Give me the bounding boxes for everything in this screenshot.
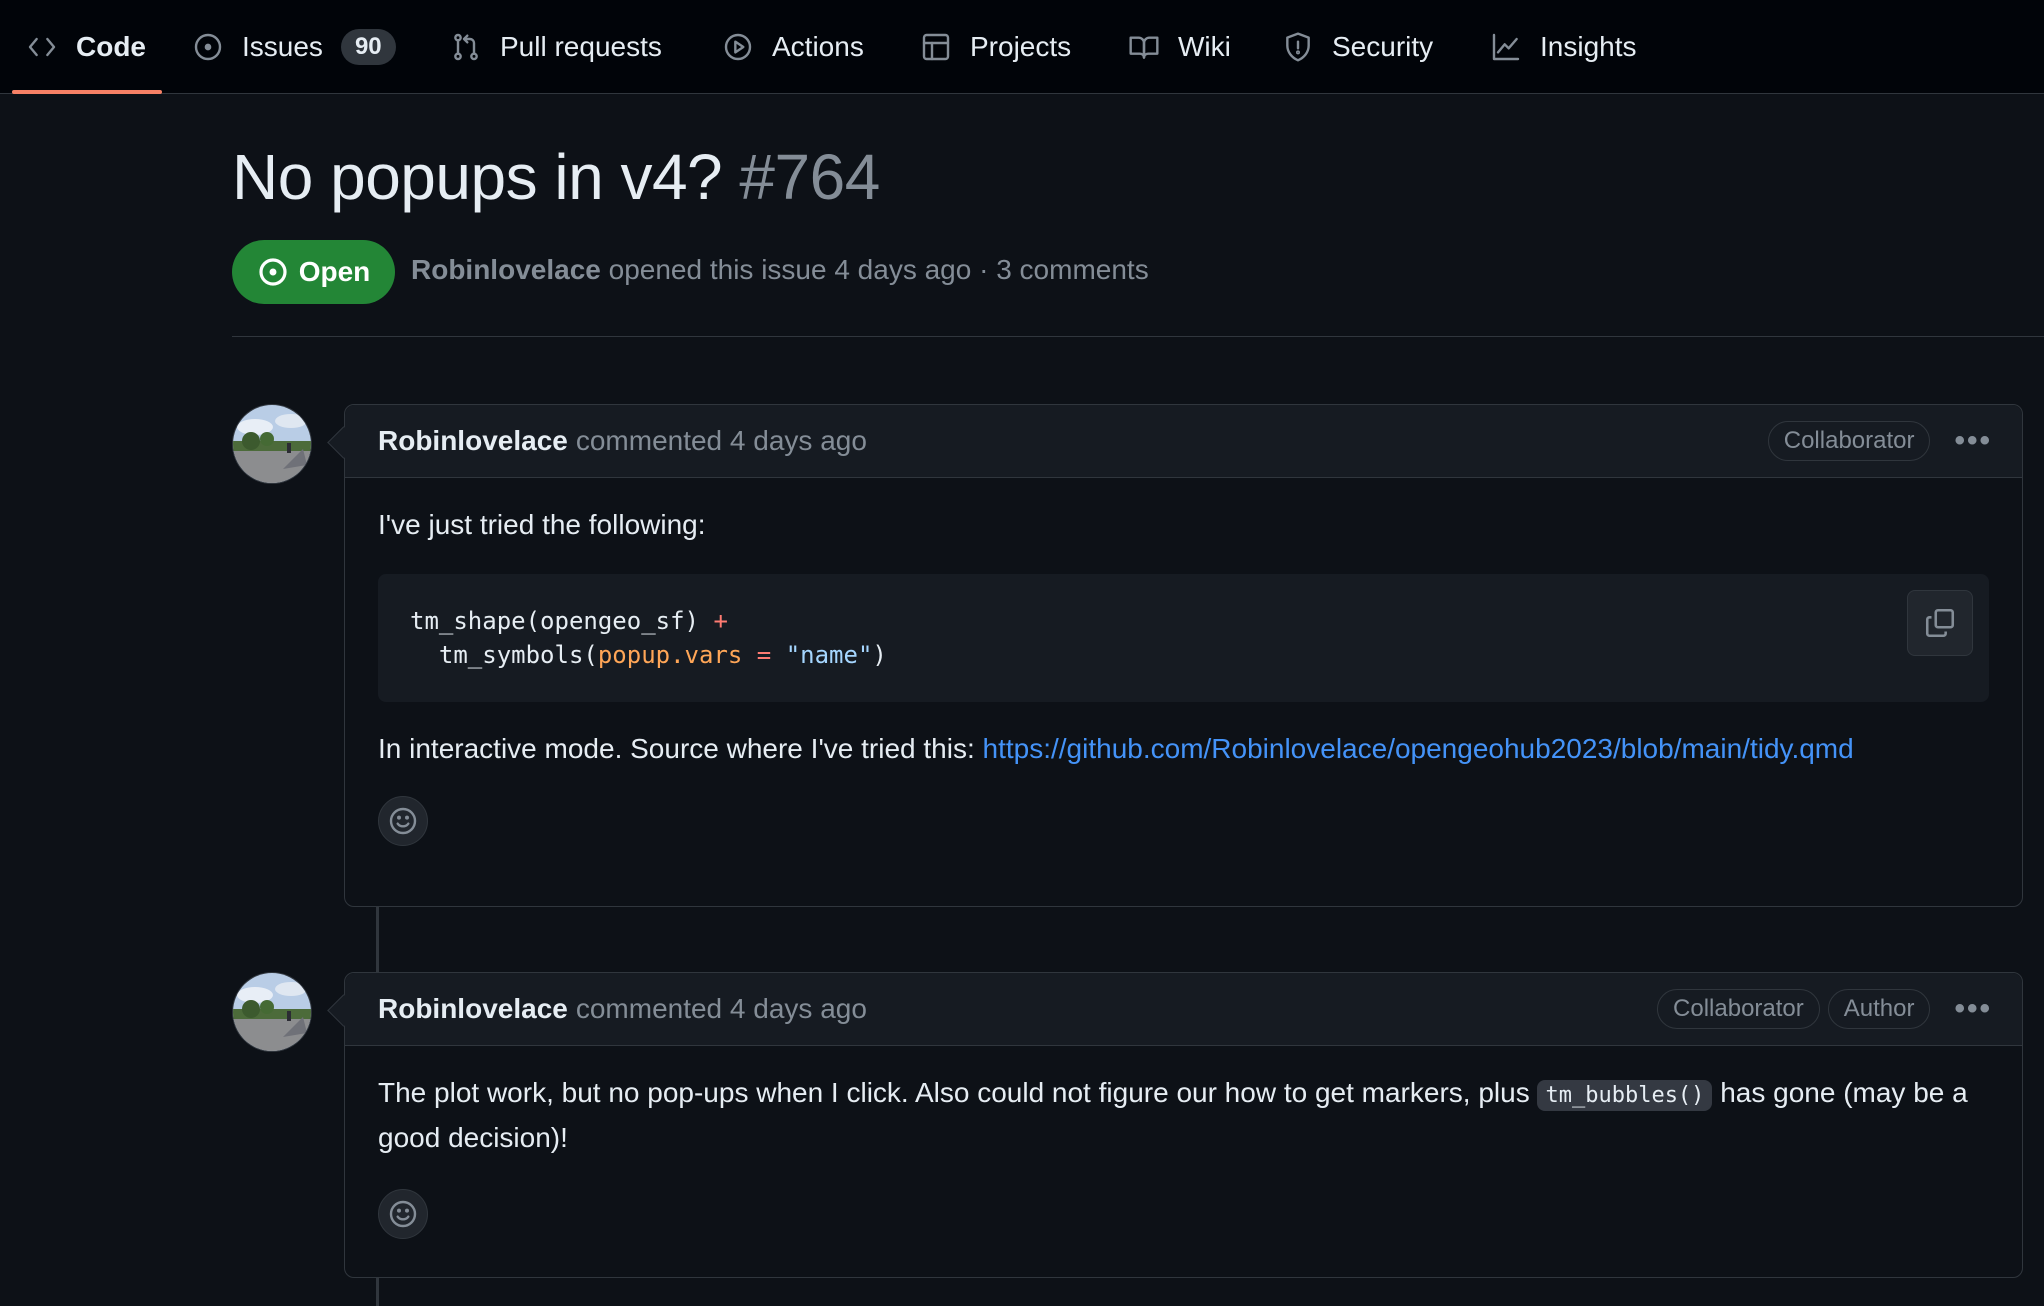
smiley-icon	[389, 807, 417, 835]
comment-text: In interactive mode. Source where I've t…	[378, 728, 1989, 770]
tab-projects[interactable]: Projects	[920, 0, 1071, 94]
comment-header-actions: Collaborator •••	[1767, 405, 1992, 477]
tab-insights-label: Insights	[1540, 31, 1637, 62]
comment-body: The plot work, but no pop-ups when I cli…	[345, 1046, 2022, 1239]
tab-pull-requests-label: Pull requests	[500, 31, 662, 62]
code-token: tm_symbols(	[410, 641, 598, 669]
kebab-horizontal-icon[interactable]: •••	[1954, 424, 1992, 458]
code-token-operator: =	[742, 641, 786, 669]
code-token-string: "name"	[785, 641, 873, 669]
play-icon	[724, 33, 752, 61]
tab-security-label: Security	[1332, 31, 1434, 62]
repo-nav: Code Issues 90 Pull requests Actions Pro…	[0, 0, 2044, 94]
source-link[interactable]: https://github.com/Robinlovelace/opengeo…	[983, 733, 1854, 764]
comment-card: Robinlovelace commented 4 days ago Colla…	[344, 972, 2023, 1278]
comment-author-link[interactable]: Robinlovelace	[378, 425, 568, 457]
issue-title: No popups in v4? #764	[232, 140, 880, 214]
tab-actions[interactable]: Actions	[722, 0, 864, 94]
comment-timestamp[interactable]: commented 4 days ago	[576, 993, 867, 1025]
copy-icon	[1925, 608, 1955, 638]
inline-code: tm_bubbles()	[1537, 1080, 1713, 1111]
shield-icon	[1286, 32, 1310, 62]
code-token-argument: popup.vars	[597, 641, 743, 669]
issues-counter: 90	[340, 29, 396, 65]
add-reaction-button[interactable]	[378, 796, 428, 846]
source-text: In interactive mode. Source where I've t…	[378, 733, 983, 764]
issue-opened-icon	[259, 258, 287, 286]
tab-wiki[interactable]: Wiki	[1128, 0, 1231, 94]
comment-text: The plot work, but no pop-ups when I cli…	[378, 1046, 1989, 1159]
role-badge-collaborator: Collaborator	[1657, 989, 1820, 1029]
comment-body: I've just tried the following: tm_shape(…	[345, 478, 2022, 846]
comment-timestamp[interactable]: commented 4 days ago	[576, 425, 867, 457]
smiley-icon	[389, 1200, 417, 1228]
comment-card: Robinlovelace commented 4 days ago Colla…	[344, 404, 2023, 907]
comment-header: Robinlovelace commented 4 days ago Colla…	[345, 973, 2022, 1046]
tab-issues-label: Issues	[242, 31, 323, 62]
code-token-operator: +	[713, 607, 728, 635]
code-token: tm_shape(opengeo_sf)	[410, 607, 714, 635]
book-icon	[1129, 36, 1159, 59]
tab-issues[interactable]: Issues 90	[192, 0, 396, 94]
tab-actions-label: Actions	[772, 31, 864, 62]
issue-author-link[interactable]: Robinlovelace	[411, 254, 601, 285]
copy-button[interactable]	[1907, 590, 1973, 656]
code-token: )	[872, 641, 887, 669]
tab-wiki-label: Wiki	[1178, 31, 1231, 62]
tab-insights[interactable]: Insights	[1490, 0, 1637, 94]
timeline-connector	[376, 906, 379, 974]
tab-pull-requests[interactable]: Pull requests	[450, 0, 662, 94]
graph-icon	[1492, 33, 1520, 61]
status-badge-label: Open	[298, 256, 371, 287]
comment-text-part: The plot work, but no pop-ups when I cli…	[378, 1077, 1538, 1108]
timeline-connector	[376, 1278, 379, 1306]
tab-projects-label: Projects	[970, 31, 1072, 62]
table-icon	[922, 33, 950, 61]
header-divider	[232, 336, 2044, 337]
role-badge-collaborator: Collaborator	[1767, 421, 1931, 461]
comment-text: I've just tried the following:	[378, 509, 706, 540]
avatar[interactable]	[232, 972, 312, 1052]
role-badge-author: Author	[1827, 989, 1931, 1029]
kebab-horizontal-icon[interactable]: •••	[1954, 992, 1992, 1026]
issue-number: #764	[739, 141, 880, 213]
comment-header: Robinlovelace commented 4 days ago Colla…	[345, 405, 2022, 478]
issue-meta-text: opened this issue 4 days ago · 3 comment…	[608, 254, 1149, 285]
tab-code-label: Code	[76, 31, 146, 62]
code-block: tm_shape(opengeo_sf) + tm_symbols(popup.…	[378, 574, 1989, 702]
comment-author-link[interactable]: Robinlovelace	[378, 993, 568, 1025]
tab-code[interactable]: Code	[12, 0, 162, 94]
avatar-photo	[233, 405, 311, 483]
tab-security[interactable]: Security	[1282, 0, 1433, 94]
issue-meta: Robinlovelace opened this issue 4 days a…	[411, 254, 1149, 286]
avatar-photo	[233, 973, 311, 1051]
issue-title-text: No popups in v4?	[232, 141, 723, 213]
comment-header-actions: Collaborator Author •••	[1657, 973, 1992, 1045]
status-badge: Open	[232, 240, 395, 304]
issue-opened-icon	[194, 33, 222, 61]
avatar[interactable]	[232, 404, 312, 484]
git-pull-request-icon	[454, 33, 478, 61]
add-reaction-button[interactable]	[378, 1189, 428, 1239]
code-icon	[28, 37, 56, 57]
